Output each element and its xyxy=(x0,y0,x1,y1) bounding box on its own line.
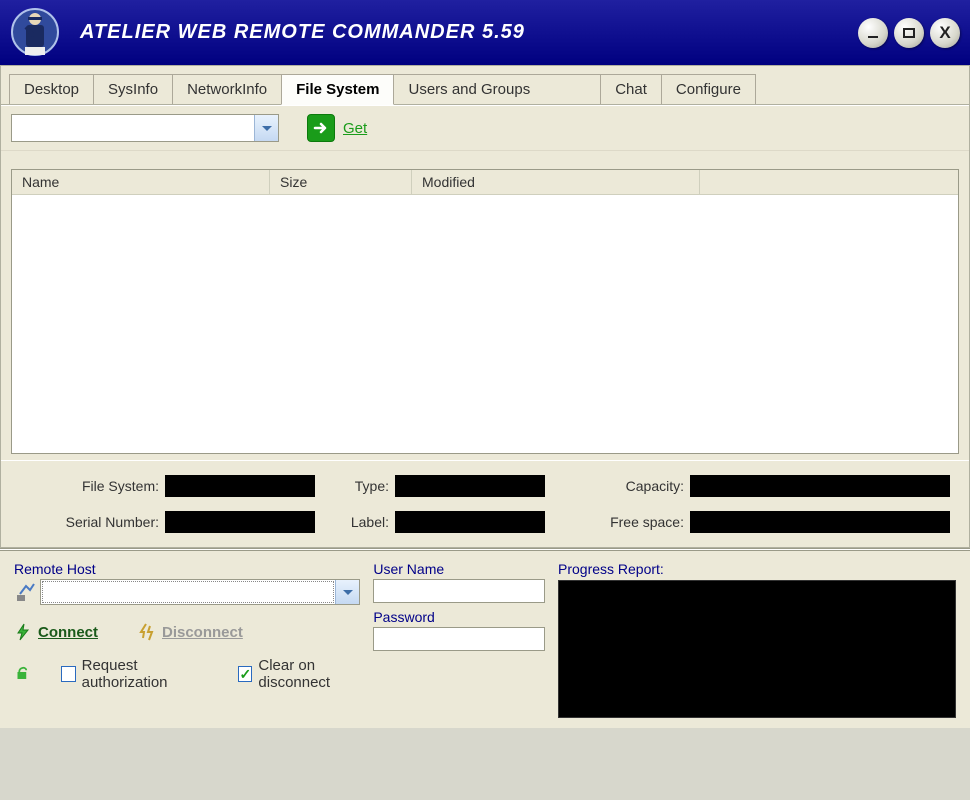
request-auth-checkbox[interactable]: Request authorization xyxy=(61,657,208,691)
value-file-system xyxy=(165,475,315,497)
disconnect-button[interactable]: Disconnect xyxy=(138,623,243,641)
remote-host-input[interactable] xyxy=(42,581,334,603)
app-logo-icon xyxy=(0,0,70,65)
value-free xyxy=(690,511,950,533)
tab-filesystem[interactable]: File System xyxy=(281,74,394,105)
get-button[interactable] xyxy=(307,114,335,142)
host-icon xyxy=(14,580,38,604)
file-list-body[interactable] xyxy=(12,195,958,453)
remote-host-combobox[interactable] xyxy=(40,579,360,605)
drive-info-panel: File System: Type: Capacity: Serial Numb… xyxy=(1,460,969,547)
path-input[interactable] xyxy=(12,115,254,141)
clear-check-icon xyxy=(238,666,252,682)
tab-usersgroups[interactable]: Users and Groups xyxy=(393,74,601,104)
tab-desktop[interactable]: Desktop xyxy=(9,74,94,104)
label-file-system: File System: xyxy=(15,478,165,494)
main-panel: Desktop SysInfo NetworkInfo File System … xyxy=(0,65,970,548)
password-input[interactable] xyxy=(373,627,545,651)
path-combobox[interactable] xyxy=(11,114,279,142)
label-user-name: User Name xyxy=(373,561,558,577)
clear-on-disconnect-checkbox[interactable]: Clear on disconnect xyxy=(238,657,373,691)
tab-configure[interactable]: Configure xyxy=(661,74,756,104)
tab-chat[interactable]: Chat xyxy=(600,74,662,104)
value-label xyxy=(395,511,545,533)
titlebar: ATELIER WEB REMOTE COMMANDER 5.59 X xyxy=(0,0,970,65)
request-auth-check-icon xyxy=(61,666,75,682)
request-auth-label: Request authorization xyxy=(82,657,209,691)
column-size[interactable]: Size xyxy=(270,170,412,194)
tab-bar: Desktop SysInfo NetworkInfo File System … xyxy=(1,66,969,105)
path-dropdown-button[interactable] xyxy=(254,115,278,141)
unlock-icon xyxy=(14,665,31,683)
value-capacity xyxy=(690,475,950,497)
value-type xyxy=(395,475,545,497)
label-type: Type: xyxy=(315,478,395,494)
file-list-header: Name Size Modified xyxy=(12,170,958,195)
value-serial xyxy=(165,511,315,533)
path-toolbar: Get xyxy=(1,105,969,151)
label-password: Password xyxy=(373,609,558,625)
get-link[interactable]: Get xyxy=(343,120,367,137)
maximize-button[interactable] xyxy=(894,18,924,48)
connect-button[interactable]: Connect xyxy=(14,623,98,641)
remote-host-dropdown-button[interactable] xyxy=(335,580,359,604)
progress-report-box xyxy=(558,580,956,718)
connection-panel: Remote Host Connect Disconnect xyxy=(0,550,970,728)
label-progress-report: Progress Report: xyxy=(558,561,956,577)
label-label: Label: xyxy=(315,514,395,530)
column-name[interactable]: Name xyxy=(12,170,270,194)
tab-networkinfo[interactable]: NetworkInfo xyxy=(172,74,282,104)
tab-sysinfo[interactable]: SysInfo xyxy=(93,74,173,104)
label-free: Free space: xyxy=(545,514,690,530)
clear-label: Clear on disconnect xyxy=(258,657,373,691)
column-blank xyxy=(700,170,958,194)
app-title: ATELIER WEB REMOTE COMMANDER 5.59 xyxy=(70,21,858,44)
user-name-input[interactable] xyxy=(373,579,545,603)
close-button[interactable]: X xyxy=(930,18,960,48)
label-serial: Serial Number: xyxy=(15,514,165,530)
label-remote-host: Remote Host xyxy=(14,561,373,577)
minimize-button[interactable] xyxy=(858,18,888,48)
label-capacity: Capacity: xyxy=(545,478,690,494)
arrow-right-icon xyxy=(312,119,330,137)
file-list[interactable]: Name Size Modified xyxy=(11,169,959,454)
lightning-icon xyxy=(14,623,32,641)
lightning-break-icon xyxy=(138,623,156,641)
column-modified[interactable]: Modified xyxy=(412,170,700,194)
